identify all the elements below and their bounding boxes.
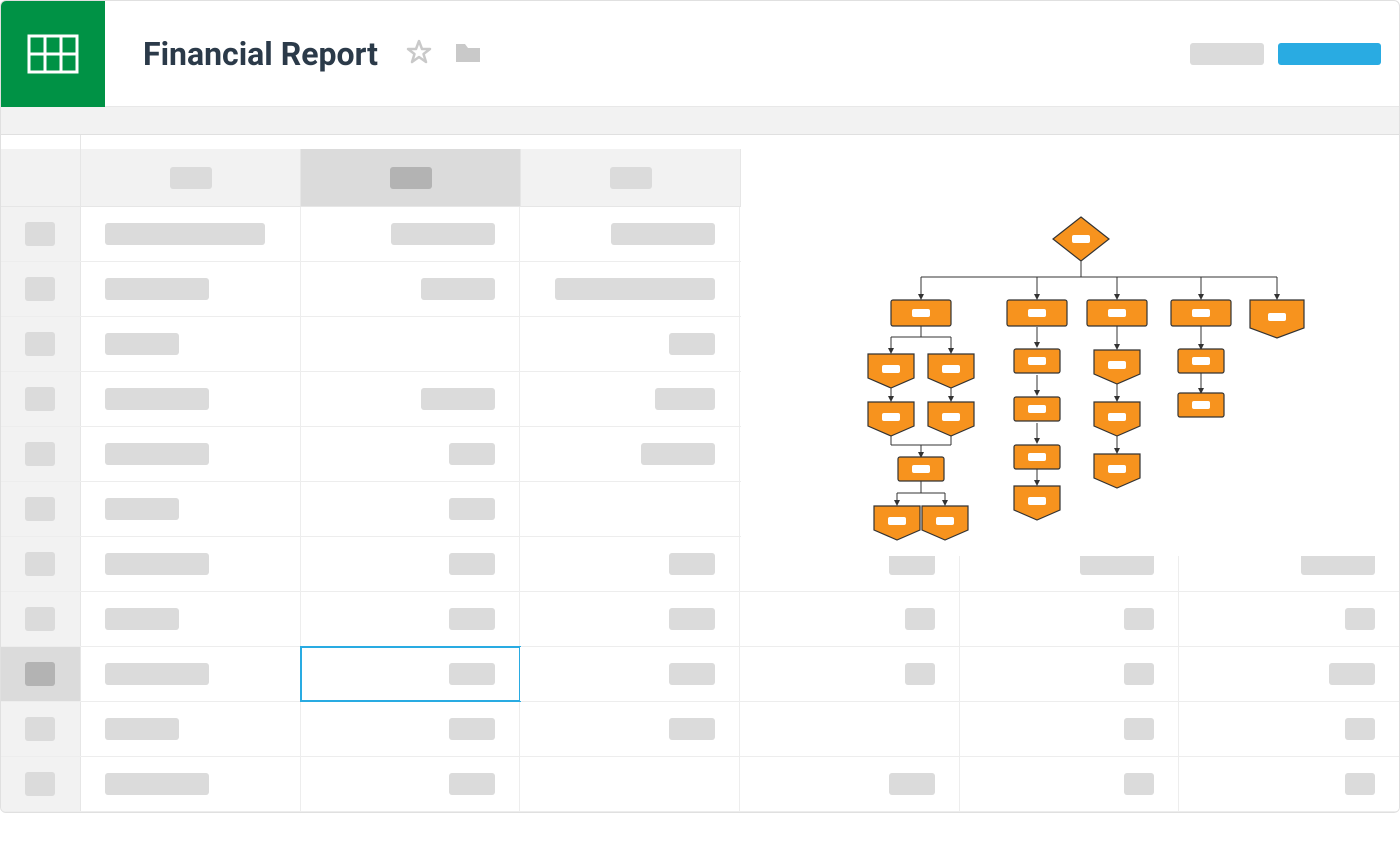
cell[interactable] (81, 317, 301, 371)
row-header[interactable] (1, 317, 81, 371)
row-header[interactable] (1, 207, 81, 261)
grid-top-gutter (1, 135, 1399, 149)
table-row (1, 592, 1399, 647)
header-actions (1190, 43, 1399, 65)
cell[interactable] (301, 592, 521, 646)
row-header[interactable] (1, 592, 81, 646)
toolbar[interactable] (1, 107, 1399, 135)
row-header[interactable] (1, 482, 81, 536)
cell[interactable] (81, 372, 301, 426)
cell[interactable] (520, 317, 740, 371)
cell[interactable] (520, 592, 740, 646)
cell[interactable] (520, 537, 740, 591)
row-header[interactable] (1, 537, 81, 591)
cell[interactable] (81, 647, 301, 701)
column-header-A[interactable] (81, 149, 301, 206)
cell[interactable] (301, 372, 521, 426)
cell[interactable] (520, 372, 740, 426)
table-row (1, 702, 1399, 757)
column-header-B[interactable] (301, 149, 521, 206)
cell[interactable] (81, 427, 301, 481)
sheets-grid-icon (27, 34, 79, 74)
document-title[interactable]: Financial Report (143, 35, 378, 73)
cell[interactable] (81, 592, 301, 646)
cell[interactable] (301, 647, 521, 701)
cell[interactable] (520, 482, 740, 536)
cell[interactable] (1179, 592, 1399, 646)
cell[interactable] (740, 702, 960, 756)
star-icon[interactable] (406, 39, 432, 69)
cell[interactable] (81, 537, 301, 591)
row-header[interactable] (1, 757, 81, 811)
cell[interactable] (520, 207, 740, 261)
spreadsheet-window: Financial Report (0, 0, 1400, 813)
share-button[interactable] (1278, 43, 1381, 65)
cell[interactable] (301, 427, 521, 481)
cell[interactable] (520, 702, 740, 756)
header: Financial Report (1, 1, 1399, 107)
row-header[interactable] (1, 702, 81, 756)
cell[interactable] (1179, 647, 1399, 701)
select-all-corner[interactable] (1, 149, 81, 206)
cell[interactable] (740, 757, 960, 811)
cell[interactable] (301, 207, 521, 261)
cell[interactable] (520, 647, 740, 701)
cell[interactable] (301, 482, 521, 536)
app-icon[interactable] (1, 1, 105, 107)
cell[interactable] (81, 207, 301, 261)
folder-icon[interactable] (454, 40, 482, 68)
cell[interactable] (520, 757, 740, 811)
table-row (1, 647, 1399, 702)
cell[interactable] (301, 317, 521, 371)
cell[interactable] (960, 647, 1180, 701)
row-header[interactable] (1, 427, 81, 481)
cell[interactable] (960, 702, 1180, 756)
cell[interactable] (301, 262, 521, 316)
row-header[interactable] (1, 647, 81, 701)
cell[interactable] (301, 757, 521, 811)
cell[interactable] (301, 537, 521, 591)
row-header[interactable] (1, 372, 81, 426)
header-button-1[interactable] (1190, 43, 1264, 65)
cell[interactable] (81, 757, 301, 811)
cell[interactable] (81, 482, 301, 536)
cell[interactable] (301, 702, 521, 756)
table-row (1, 757, 1399, 812)
cell[interactable] (740, 592, 960, 646)
cell[interactable] (81, 262, 301, 316)
cell[interactable] (1179, 757, 1399, 811)
cell[interactable] (960, 757, 1180, 811)
row-header[interactable] (1, 262, 81, 316)
cell[interactable] (1179, 702, 1399, 756)
column-header-C[interactable] (521, 149, 741, 206)
cell[interactable] (520, 262, 740, 316)
flowchart-overlay[interactable] (741, 161, 1400, 556)
cell[interactable] (520, 427, 740, 481)
cell[interactable] (960, 592, 1180, 646)
cell[interactable] (740, 647, 960, 701)
cell[interactable] (81, 702, 301, 756)
